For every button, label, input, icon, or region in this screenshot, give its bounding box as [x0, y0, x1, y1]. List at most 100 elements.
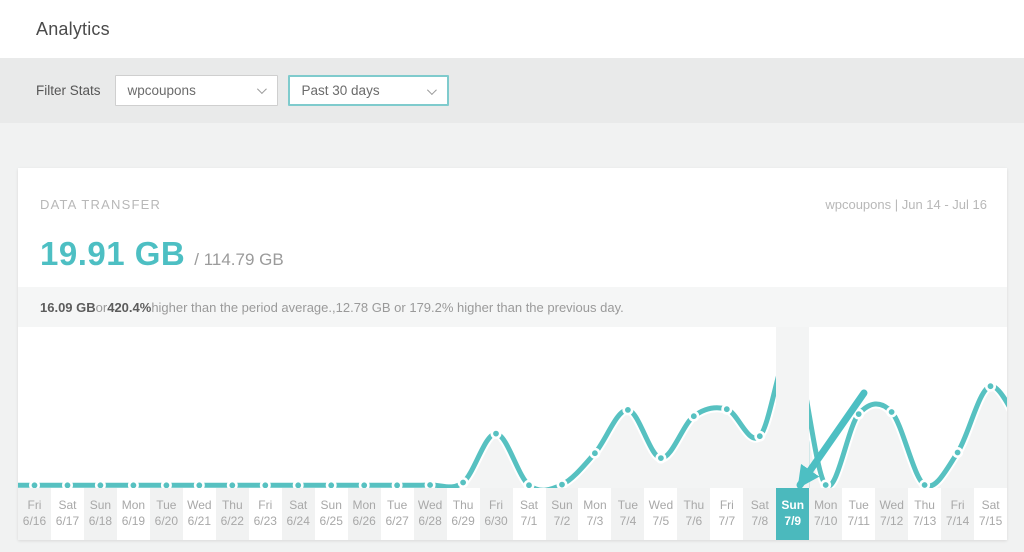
- data-point-dot[interactable]: [360, 481, 368, 488]
- data-point-dot[interactable]: [63, 481, 71, 488]
- data-point-dot[interactable]: [459, 478, 467, 486]
- day-label-cell[interactable]: Wed7/12: [875, 488, 908, 540]
- area-chart-canvas[interactable]: [18, 327, 1007, 488]
- site-select-value: wpcoupons: [128, 83, 196, 98]
- day-label-cell[interactable]: Thu6/29: [447, 488, 480, 540]
- day-date-label: 7/7: [710, 513, 743, 529]
- day-label-cell[interactable]: Fri7/14: [941, 488, 974, 540]
- day-label-cell[interactable]: Fri6/30: [480, 488, 513, 540]
- main-content: DATA TRANSFER wpcoupons | Jun 14 - Jul 1…: [0, 168, 1024, 540]
- data-point-dot[interactable]: [591, 449, 599, 457]
- data-point-dot[interactable]: [920, 481, 928, 488]
- day-label-cell[interactable]: Tue7/11: [842, 488, 875, 540]
- day-label-cell[interactable]: Thu7/13: [908, 488, 941, 540]
- site-select[interactable]: wpcoupons: [115, 75, 278, 106]
- data-point-dot[interactable]: [953, 448, 961, 456]
- day-name-label: Mon: [809, 497, 842, 513]
- day-label-cell[interactable]: Sat7/1: [513, 488, 546, 540]
- data-transfer-card: DATA TRANSFER wpcoupons | Jun 14 - Jul 1…: [18, 168, 1007, 540]
- day-label-cell[interactable]: Tue6/27: [381, 488, 414, 540]
- data-point-dot[interactable]: [525, 481, 533, 488]
- day-label-cell[interactable]: Fri7/7: [710, 488, 743, 540]
- data-point-dot[interactable]: [558, 480, 566, 488]
- data-point-dot[interactable]: [986, 382, 994, 390]
- data-point-dot[interactable]: [294, 481, 302, 488]
- day-name-label: Sat: [51, 497, 84, 513]
- data-point-dot[interactable]: [657, 454, 665, 462]
- day-name-label: Fri: [941, 497, 974, 513]
- data-point-dot[interactable]: [162, 481, 170, 488]
- day-label-cell[interactable]: Thu6/22: [216, 488, 249, 540]
- card-title: DATA TRANSFER: [40, 197, 161, 213]
- data-point-dot[interactable]: [887, 408, 895, 416]
- date-range-select[interactable]: Past 30 days: [288, 75, 449, 106]
- data-point-dot[interactable]: [492, 429, 500, 437]
- day-label-cell[interactable]: Tue6/20: [150, 488, 183, 540]
- day-label-cell[interactable]: Sat7/8: [743, 488, 776, 540]
- day-label-cell[interactable]: Sat7/15: [974, 488, 1007, 540]
- day-label-cell[interactable]: Sun6/25: [315, 488, 348, 540]
- day-date-label: 6/17: [51, 513, 84, 529]
- data-point-dot[interactable]: [30, 481, 38, 488]
- data-point-dot[interactable]: [393, 481, 401, 488]
- day-name-label: Tue: [611, 497, 644, 513]
- day-label-cell[interactable]: Mon7/3: [578, 488, 611, 540]
- day-name-label: Mon: [578, 497, 611, 513]
- day-label-cell[interactable]: Mon6/26: [348, 488, 381, 540]
- day-date-label: 7/5: [644, 513, 677, 529]
- day-label-cell[interactable]: Sun6/18: [84, 488, 117, 540]
- card-scope-label: wpcoupons | Jun 14 - Jul 16: [825, 197, 987, 213]
- primary-usage-value: 19.91 GB: [40, 235, 185, 273]
- data-point-dot[interactable]: [426, 481, 434, 488]
- data-point-dot[interactable]: [723, 405, 731, 413]
- summary-segment: 16.09 GB: [40, 300, 96, 315]
- day-label-cell[interactable]: Wed7/5: [644, 488, 677, 540]
- data-point-dot[interactable]: [855, 410, 863, 418]
- day-date-label: 6/23: [249, 513, 282, 529]
- day-label-cell[interactable]: Sun7/2: [546, 488, 579, 540]
- data-point-dot[interactable]: [624, 406, 632, 414]
- data-point-dot[interactable]: [129, 481, 137, 488]
- data-point-dot[interactable]: [327, 481, 335, 488]
- day-date-label: 7/4: [611, 513, 644, 529]
- day-label-cell[interactable]: Fri6/16: [18, 488, 51, 540]
- day-label-cell[interactable]: Wed6/21: [183, 488, 216, 540]
- day-date-label: 7/12: [875, 513, 908, 529]
- data-point-dot[interactable]: [96, 481, 104, 488]
- day-date-label: 7/6: [677, 513, 710, 529]
- data-point-dot[interactable]: [822, 481, 830, 488]
- card-header: DATA TRANSFER wpcoupons | Jun 14 - Jul 1…: [18, 168, 1007, 213]
- day-name-label: Sat: [513, 497, 546, 513]
- data-transfer-chart[interactable]: [18, 327, 1007, 488]
- day-label-cell[interactable]: Mon7/10: [809, 488, 842, 540]
- day-date-label: 7/13: [908, 513, 941, 529]
- day-name-label: Wed: [644, 497, 677, 513]
- day-name-label: Sat: [743, 497, 776, 513]
- day-axis: Fri6/16Sat6/17Sun6/18Mon6/19Tue6/20Wed6/…: [18, 488, 1007, 540]
- data-point-dot[interactable]: [690, 412, 698, 420]
- day-label-cell[interactable]: Wed6/28: [414, 488, 447, 540]
- day-label-cell[interactable]: Sat6/24: [282, 488, 315, 540]
- day-label-cell[interactable]: Fri6/23: [249, 488, 282, 540]
- data-point-dot[interactable]: [756, 432, 764, 440]
- day-date-label: 7/2: [546, 513, 579, 529]
- date-range-select-value: Past 30 days: [302, 83, 380, 98]
- data-point-dot[interactable]: [228, 481, 236, 488]
- day-name-label: Wed: [875, 497, 908, 513]
- day-date-label: 7/10: [809, 513, 842, 529]
- day-date-label: 6/24: [282, 513, 315, 529]
- day-name-label: Tue: [150, 497, 183, 513]
- day-name-label: Mon: [348, 497, 381, 513]
- day-name-label: Wed: [414, 497, 447, 513]
- day-label-cell[interactable]: Tue7/4: [611, 488, 644, 540]
- day-name-label: Mon: [117, 497, 150, 513]
- day-name-label: Sun: [84, 497, 117, 513]
- day-date-label: 6/29: [447, 513, 480, 529]
- day-label-cell[interactable]: Thu7/6: [677, 488, 710, 540]
- day-label-cell[interactable]: Sun7/9: [776, 488, 809, 540]
- day-label-cell[interactable]: Sat6/17: [51, 488, 84, 540]
- day-label-cell[interactable]: Mon6/19: [117, 488, 150, 540]
- day-name-label: Fri: [249, 497, 282, 513]
- data-point-dot[interactable]: [195, 481, 203, 488]
- data-point-dot[interactable]: [261, 481, 269, 488]
